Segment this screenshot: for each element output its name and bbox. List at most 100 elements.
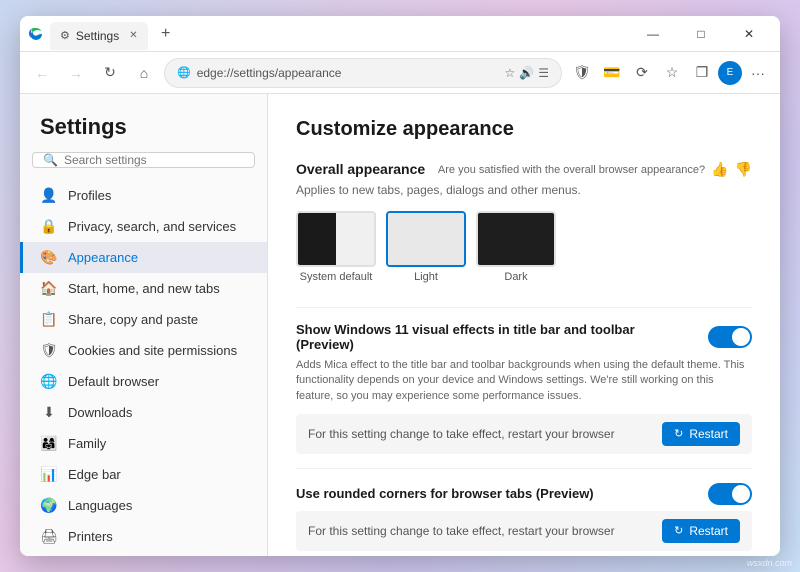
security-icon[interactable]: 🛡: [568, 59, 596, 87]
downloads-icon: ⬇: [40, 404, 58, 421]
profile-avatar[interactable]: E: [718, 61, 742, 85]
restart-icon-2: ↻: [674, 524, 683, 537]
appearance-theme-cards: System default Light Dark: [296, 211, 752, 283]
theme-card-light[interactable]: Light: [386, 211, 466, 283]
refresh-button[interactable]: ↻: [96, 59, 124, 87]
mica-toggle-switch[interactable]: [708, 326, 752, 348]
sidebar-item-appearance[interactable]: 🎨 Appearance: [20, 242, 267, 273]
sidebar-item-downloads[interactable]: ⬇ Downloads: [20, 397, 267, 428]
rounded-corners-restart-button[interactable]: ↻ Restart: [662, 519, 740, 543]
theme-card-dark[interactable]: Dark: [476, 211, 556, 283]
main-content: Settings 🔍 👤 Profiles 🔒 Privacy, search,…: [20, 94, 780, 556]
cookies-icon: 🛡: [40, 342, 58, 359]
title-bar: ⚙ Settings ✕ + — □ ✕: [20, 16, 780, 52]
address-field[interactable]: 🌐 edge://settings/appearance ☆ 🔊 ☰: [164, 58, 562, 88]
browser-window: ⚙ Settings ✕ + — □ ✕ ← → ↻ ⌂ 🌐 edge://se…: [20, 16, 780, 556]
read-aloud-icon[interactable]: 🔊: [519, 66, 534, 80]
favorites-star-icon[interactable]: ☆: [505, 66, 516, 80]
sidebar-item-edge-bar[interactable]: 📊 Edge bar: [20, 459, 267, 490]
rounded-corners-toggle-switch[interactable]: [708, 483, 752, 505]
home-button[interactable]: ⌂: [130, 59, 158, 87]
sidebar-item-default-browser[interactable]: 🌐 Default browser: [20, 366, 267, 397]
close-tab-button[interactable]: ✕: [129, 30, 137, 41]
profiles-icon: 👤: [40, 187, 58, 204]
collections-icon[interactable]: ❐: [688, 59, 716, 87]
sidebar-item-label: Printers: [68, 529, 113, 544]
sidebar-item-label: Profiles: [68, 188, 111, 203]
address-text: edge://settings/appearance: [197, 66, 499, 80]
light-half: [336, 213, 374, 265]
forward-button[interactable]: →: [62, 59, 90, 87]
page-title: Customize appearance: [296, 118, 752, 141]
window-controls: — □ ✕: [630, 16, 772, 52]
mica-toggle-title: Show Windows 11 visual effects in title …: [296, 322, 708, 352]
thumbdown-icon[interactable]: 👎: [735, 161, 752, 178]
tab-label: Settings: [76, 29, 119, 43]
title-bar-left: ⚙ Settings ✕ +: [28, 18, 178, 50]
address-edge-icon: 🌐: [177, 66, 191, 79]
sidebar-item-profiles[interactable]: 👤 Profiles: [20, 180, 267, 211]
sidebar-search[interactable]: 🔍: [32, 152, 255, 168]
rounded-corners-toggle-header: Use rounded corners for browser tabs (Pr…: [296, 483, 752, 505]
section-title: Overall appearance: [296, 161, 425, 177]
system-default-preview: [296, 211, 376, 267]
sidebar-item-family[interactable]: 👨‍👩‍👧 Family: [20, 428, 267, 459]
new-tab-button[interactable]: +: [154, 22, 178, 46]
restart-icon: ↻: [674, 427, 683, 440]
sidebar-item-start-home[interactable]: 🏠 Start, home, and new tabs: [20, 273, 267, 304]
mica-restart-button[interactable]: ↻ Restart: [662, 422, 740, 446]
thumbup-icon[interactable]: 👍: [711, 161, 728, 178]
sidebar-item-languages[interactable]: 🌍 Languages: [20, 490, 267, 521]
light-preview-box: [386, 211, 466, 267]
sidebar-item-share[interactable]: 📋 Share, copy and paste: [20, 304, 267, 335]
section-desc: Applies to new tabs, pages, dialogs and …: [296, 182, 596, 199]
sidebar-item-system[interactable]: 💻 System and performance: [20, 552, 267, 556]
family-icon: 👨‍👩‍👧: [40, 435, 58, 452]
light-visual: [388, 213, 464, 265]
theme-label: Light: [414, 271, 438, 283]
feedback-buttons: Are you satisfied with the overall brows…: [438, 161, 752, 178]
sidebar-item-cookies[interactable]: 🛡 Cookies and site permissions: [20, 335, 267, 366]
dark-half: [298, 213, 336, 265]
sidebar-item-printers[interactable]: 🖨 Printers: [20, 521, 267, 552]
mica-restart-text: For this setting change to take effect, …: [308, 427, 615, 441]
theme-label: System default: [300, 271, 373, 283]
dark-preview-box: [476, 211, 556, 267]
minimize-button[interactable]: —: [630, 16, 676, 52]
sidebar-item-label: Default browser: [68, 374, 159, 389]
default-browser-icon: 🌐: [40, 373, 58, 390]
sidebar-item-label: Privacy, search, and services: [68, 219, 236, 234]
wallet-icon[interactable]: 💳: [598, 59, 626, 87]
watermark: wsxdn.com: [747, 558, 792, 568]
rounded-corners-restart-row: For this setting change to take effect, …: [296, 511, 752, 551]
sidebar: Settings 🔍 👤 Profiles 🔒 Privacy, search,…: [20, 94, 268, 556]
sync-icon[interactable]: ⟳: [628, 59, 656, 87]
search-input[interactable]: [64, 153, 244, 167]
close-button[interactable]: ✕: [726, 16, 772, 52]
mica-toggle-header: Show Windows 11 visual effects in title …: [296, 322, 752, 352]
more-button[interactable]: ···: [744, 59, 772, 87]
address-bar: ← → ↻ ⌂ 🌐 edge://settings/appearance ☆ 🔊…: [20, 52, 780, 94]
sidebar-item-label: Appearance: [68, 250, 138, 265]
sidebar-title: Settings: [20, 94, 267, 152]
feedback-question: Are you satisfied with the overall brows…: [438, 164, 705, 176]
edge-icon: [28, 26, 44, 42]
settings-tab[interactable]: ⚙ Settings ✕: [50, 22, 148, 50]
sidebar-item-privacy[interactable]: 🔒 Privacy, search, and services: [20, 211, 267, 242]
reader-view-icon[interactable]: ☰: [538, 66, 549, 80]
mica-toggle-desc: Adds Mica effect to the title bar and to…: [296, 358, 752, 404]
maximize-button[interactable]: □: [678, 16, 724, 52]
languages-icon: 🌍: [40, 497, 58, 514]
dark-visual: [478, 213, 554, 265]
start-icon: 🏠: [40, 280, 58, 297]
back-button[interactable]: ←: [28, 59, 56, 87]
section-header: Overall appearance Are you satisfied wit…: [296, 161, 752, 178]
address-icons: ☆ 🔊 ☰: [505, 66, 549, 80]
sidebar-item-label: Family: [68, 436, 106, 451]
overall-appearance-section: Overall appearance Are you satisfied wit…: [296, 161, 752, 283]
theme-card-system-default[interactable]: System default: [296, 211, 376, 283]
sidebar-item-label: Downloads: [68, 405, 132, 420]
sidebar-item-label: Cookies and site permissions: [68, 343, 237, 358]
content-panel: Customize appearance Overall appearance …: [268, 94, 780, 556]
favorites-icon[interactable]: ☆: [658, 59, 686, 87]
